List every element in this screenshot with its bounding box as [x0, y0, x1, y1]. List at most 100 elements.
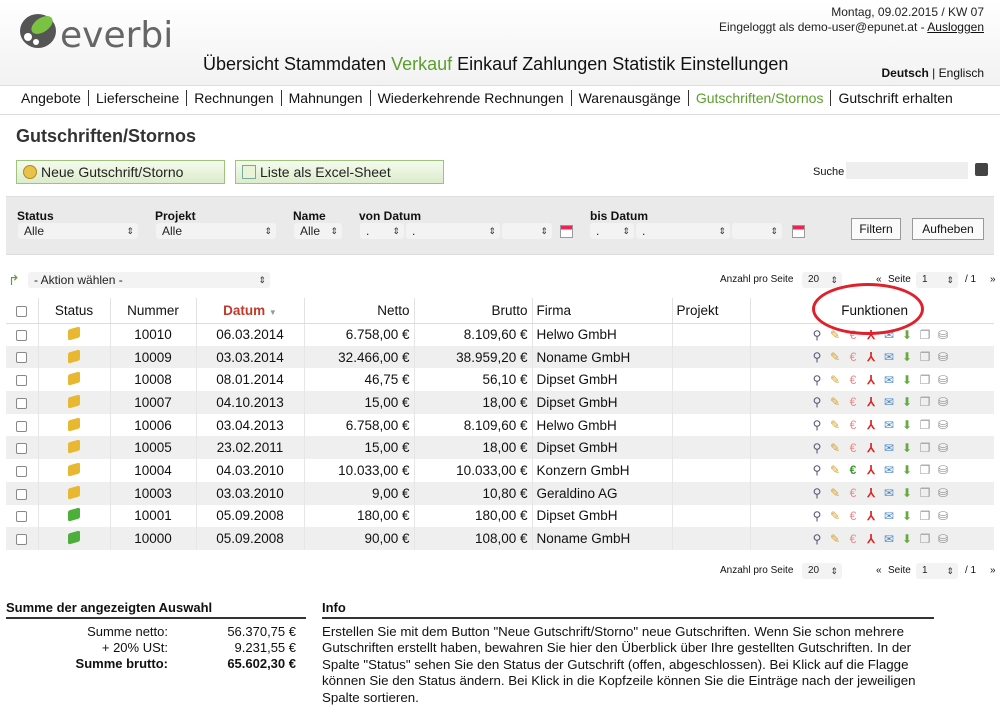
archive-icon[interactable]: ⛁: [936, 486, 950, 500]
archive-icon[interactable]: ⛁: [936, 509, 950, 523]
bis-day-select[interactable]: .: [590, 223, 634, 239]
lang-englisch[interactable]: Englisch: [939, 66, 984, 80]
magnifier-icon[interactable]: ⚲: [810, 532, 824, 546]
flag-icon[interactable]: [68, 348, 80, 364]
euro-icon[interactable]: €: [846, 373, 860, 387]
table-row[interactable]: 10000 05.09.2008 90,00 €108,00 € Noname Gmb…: [6, 527, 994, 550]
flag-icon[interactable]: [68, 326, 80, 341]
pdf-icon[interactable]: ⅄: [864, 373, 878, 387]
archive-icon[interactable]: ⛁: [936, 395, 950, 409]
stamp-icon[interactable]: ⬇: [900, 350, 914, 364]
subnav-rechnungen[interactable]: Rechnungen: [187, 90, 282, 106]
per-page-select-bottom[interactable]: 20: [802, 563, 842, 579]
per-page-select[interactable]: 20: [802, 272, 842, 288]
subnav-mahnungen[interactable]: Mahnungen: [282, 90, 371, 106]
pencil-icon[interactable]: ✎: [828, 532, 842, 546]
stamp-icon[interactable]: ⬇: [900, 509, 914, 523]
row-checkbox[interactable]: [16, 488, 28, 500]
pdf-icon[interactable]: ⅄: [864, 463, 878, 477]
filter-button[interactable]: Filtern: [851, 218, 901, 240]
pdf-icon[interactable]: ⅄: [864, 486, 878, 500]
archive-icon[interactable]: ⛁: [936, 373, 950, 387]
col-nummer[interactable]: Nummer: [110, 298, 197, 324]
euro-paid-icon[interactable]: €: [846, 463, 860, 477]
mail-icon[interactable]: ✉: [882, 395, 896, 409]
nav-verkauf[interactable]: Verkauf: [391, 54, 452, 75]
flag-icon[interactable]: [68, 371, 80, 386]
flag-icon[interactable]: [68, 485, 80, 500]
von-year-select[interactable]: [502, 223, 552, 239]
magnifier-icon[interactable]: ⚲: [810, 328, 824, 342]
calendar-icon[interactable]: [560, 225, 573, 238]
nav-einstellungen[interactable]: Einstellungen: [680, 54, 788, 75]
copy-icon[interactable]: ❐: [918, 350, 932, 364]
magnifier-icon[interactable]: ⚲: [810, 418, 824, 432]
row-checkbox[interactable]: [16, 465, 28, 477]
euro-icon[interactable]: €: [846, 350, 860, 364]
col-projekt[interactable]: Projekt: [672, 298, 751, 324]
row-checkbox[interactable]: [16, 397, 28, 409]
copy-icon[interactable]: ❐: [918, 328, 932, 342]
subnav-gutschrift-erhalten[interactable]: Gutschrift erhalten: [831, 90, 959, 106]
nav-stammdaten[interactable]: Stammdaten: [284, 54, 386, 75]
magnifier-icon[interactable]: ⚲: [810, 509, 824, 523]
subnav-lieferscheine[interactable]: Lieferscheine: [89, 90, 188, 106]
col-netto[interactable]: Netto: [304, 298, 415, 324]
mail-icon[interactable]: ✉: [882, 350, 896, 364]
archive-icon[interactable]: ⛁: [936, 532, 950, 546]
nav-zahlungen[interactable]: Zahlungen: [522, 54, 607, 75]
bis-year-select[interactable]: [732, 223, 782, 239]
archive-icon[interactable]: ⛁: [936, 418, 950, 432]
pencil-icon[interactable]: ✎: [828, 486, 842, 500]
pdf-icon[interactable]: ⅄: [864, 441, 878, 455]
projekt-select[interactable]: Alle: [156, 223, 276, 239]
magnifier-icon[interactable]: ⚲: [810, 486, 824, 500]
subnav-wiederkehrende[interactable]: Wiederkehrende Rechnungen: [371, 90, 572, 106]
mail-icon[interactable]: ✉: [882, 441, 896, 455]
nav-statistik[interactable]: Statistik: [612, 54, 675, 75]
row-checkbox[interactable]: [16, 511, 28, 523]
copy-icon[interactable]: ❐: [918, 509, 932, 523]
copy-icon[interactable]: ❐: [918, 463, 932, 477]
mail-icon[interactable]: ✉: [882, 418, 896, 432]
stamp-icon[interactable]: ⬇: [900, 395, 914, 409]
flag-icon[interactable]: [68, 507, 80, 522]
euro-icon[interactable]: €: [846, 418, 860, 432]
action-select[interactable]: - Aktion wählen -: [28, 272, 270, 288]
excel-export-button[interactable]: Liste als Excel-Sheet: [235, 160, 444, 184]
magnifier-icon[interactable]: ⚲: [810, 373, 824, 387]
pencil-icon[interactable]: ✎: [828, 463, 842, 477]
calendar-icon[interactable]: [792, 225, 805, 238]
mail-icon[interactable]: ✉: [882, 373, 896, 387]
flag-icon[interactable]: [68, 530, 80, 545]
euro-icon[interactable]: €: [846, 395, 860, 409]
pencil-icon[interactable]: ✎: [828, 395, 842, 409]
search-input[interactable]: [846, 162, 968, 179]
row-checkbox[interactable]: [16, 375, 28, 387]
archive-icon[interactable]: ⛁: [936, 441, 950, 455]
subnav-gutschriften[interactable]: Gutschriften/Stornos: [689, 90, 832, 106]
row-checkbox[interactable]: [16, 330, 28, 342]
copy-icon[interactable]: ❐: [918, 418, 932, 432]
pdf-icon[interactable]: ⅄: [864, 532, 878, 546]
mail-icon[interactable]: ✉: [882, 486, 896, 500]
euro-icon[interactable]: €: [846, 509, 860, 523]
copy-icon[interactable]: ❐: [918, 373, 932, 387]
col-datum[interactable]: Datum ▼: [196, 298, 305, 324]
page-next-bottom[interactable]: »: [990, 565, 996, 576]
pencil-icon[interactable]: ✎: [828, 350, 842, 364]
page-select-bottom[interactable]: 1: [916, 563, 958, 579]
pencil-icon[interactable]: ✎: [828, 509, 842, 523]
stamp-icon[interactable]: ⬇: [900, 463, 914, 477]
archive-icon[interactable]: ⛁: [936, 328, 950, 342]
stamp-icon[interactable]: ⬇: [900, 418, 914, 432]
euro-icon[interactable]: €: [846, 441, 860, 455]
flag-icon[interactable]: [68, 462, 80, 477]
copy-icon[interactable]: ❐: [918, 532, 932, 546]
magnifier-icon[interactable]: ⚲: [810, 395, 824, 409]
magnifier-icon[interactable]: ⚲: [810, 441, 824, 455]
table-row[interactable]: 10005 23.02.2011 15,00 €18,00 € Dipset GmbH…: [6, 436, 994, 460]
status-select[interactable]: Alle: [18, 223, 138, 239]
col-brutto[interactable]: Brutto: [414, 298, 533, 324]
subnav-warenausgaenge[interactable]: Warenausgänge: [572, 90, 689, 106]
